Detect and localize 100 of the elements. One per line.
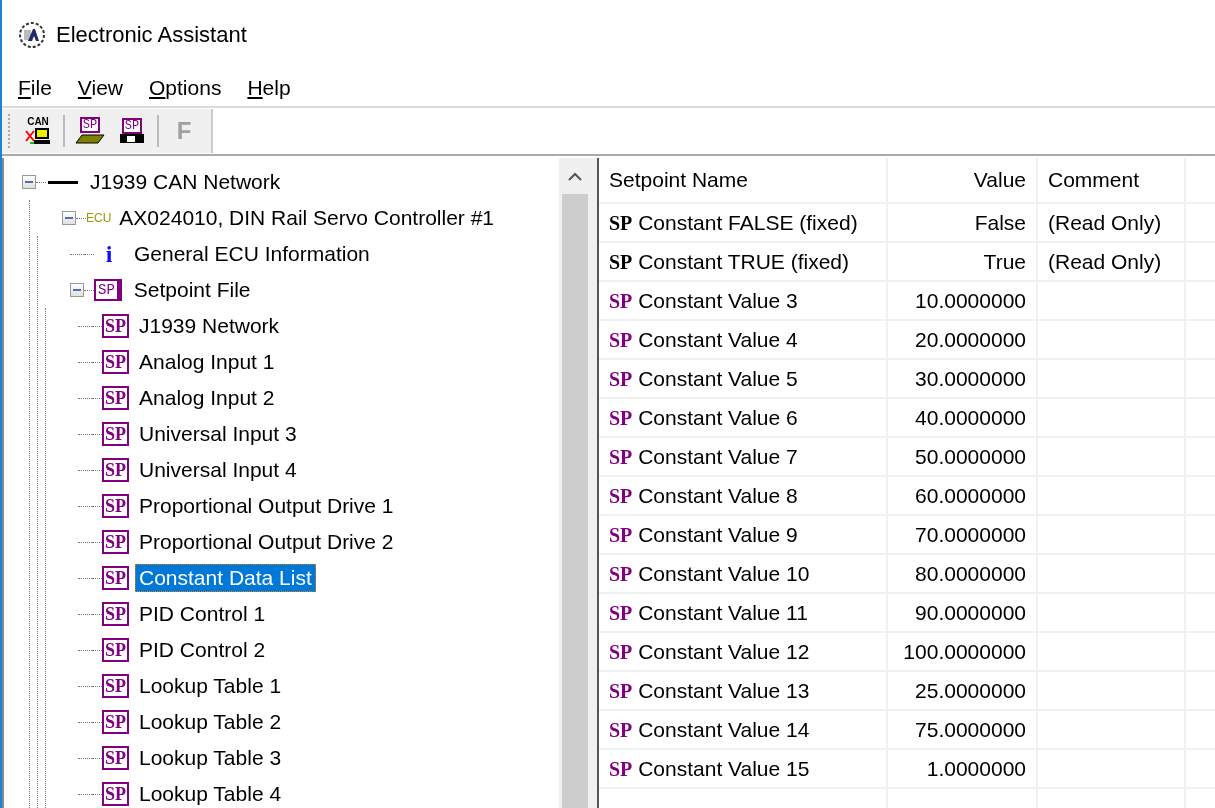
setpoint-icon: SP [102,350,129,374]
value-cell: 60.0000000 [887,476,1037,515]
setpoint-name: Constant Value 10 [638,561,810,585]
menu-item[interactable]: Options [149,76,222,100]
setpoint-name: Constant Value 11 [638,600,808,624]
minus-icon [65,214,73,222]
setpoint-name: Constant Value 14 [638,717,810,741]
setpoint-name: Constant Value 12 [638,639,810,663]
setpoint-icon: SP [102,746,129,770]
tree-item[interactable]: Proportional Output Drive 1 [135,492,398,520]
value-cell: 90.0000000 [887,593,1037,632]
ecu-icon: ECU [86,211,112,225]
value-cell: 30.0000000 [887,359,1037,398]
collapse-toggle[interactable] [70,283,84,297]
setpoint-icon: SP [609,679,633,702]
computer-icon [24,127,52,145]
minus-icon [73,286,81,294]
menu-item[interactable]: File [18,76,52,100]
tree-item[interactable]: Constant Data List [135,564,316,592]
value-cell: 40.0000000 [887,398,1037,437]
setpoint-icon: SP [102,494,129,518]
tree-item[interactable]: Analog Input 1 [135,348,279,376]
comment-cell: (Read Only) [1037,242,1185,281]
column-header[interactable]: Comment [1037,158,1185,203]
value-cell: 75.0000000 [887,710,1037,749]
setpoint-icon: SP [609,484,633,507]
setpoint-icon: SP [102,602,129,626]
setpoint-icon: SP [102,530,129,554]
tree-item[interactable]: PID Control 1 [135,600,270,628]
setpoint-icon: SP [102,674,129,698]
setpoint-file-icon: SP [94,279,122,301]
setpoint-icon: SP [102,314,129,338]
value-cell: 10.0000000 [887,281,1037,320]
value-cell: 50.0000000 [887,437,1037,476]
open-file-button[interactable]: SP [73,113,107,149]
chevron-up-icon[interactable] [568,171,582,181]
setpoint-icon: SP [609,562,633,585]
tree-item[interactable]: Proportional Output Drive 2 [135,528,398,556]
setpoint-icon: SP [609,289,633,312]
setpoint-name: Constant Value 15 [638,756,810,780]
setpoint-icon: SP [609,718,633,741]
setpoint-icon: SP [609,523,633,546]
app-icon [18,21,46,49]
tree-item[interactable]: Universal Input 4 [135,456,301,484]
tree-item[interactable]: AX024010, DIN Rail Servo Controller #1 [115,204,499,232]
setpoint-icon: SP [609,367,633,390]
value-cell: 100.0000000 [887,632,1037,671]
setpoint-icon: SP [102,566,129,590]
value-cell: 80.0000000 [887,554,1037,593]
tree-item[interactable]: J1939 Network [135,312,284,340]
value-cell: 20.0000000 [887,320,1037,359]
menu-item[interactable]: View [77,76,123,100]
setpoint-icon: SP [102,458,129,482]
tree-item[interactable]: Lookup Table 3 [135,744,286,772]
tree-item[interactable]: PID Control 2 [135,636,270,664]
value-cell: False [887,203,1037,242]
setpoint-name: Constant TRUE (fixed) [638,249,850,273]
setpoint-icon: SP [609,601,633,624]
tree-item[interactable]: General ECU Information [130,240,374,268]
tree-item[interactable]: Analog Input 2 [135,384,279,412]
tree-item[interactable]: Universal Input 3 [135,420,301,448]
setpoint-name: Constant Value 8 [638,483,798,507]
network-line-icon [48,180,78,184]
tree-item[interactable]: Lookup Table 2 [135,708,286,736]
setpoint-name: Constant FALSE (fixed) [638,210,858,234]
setpoint-icon: SP [609,211,633,234]
value-cell: True [887,242,1037,281]
tree-item[interactable]: Setpoint File [129,276,255,304]
setpoint-name: Constant Value 3 [638,288,798,312]
setpoint-icon: SP [609,445,633,468]
setpoint-icon: SP [609,406,633,429]
value-cell: 25.0000000 [887,671,1037,710]
tree-item[interactable]: Lookup Table 4 [135,780,286,808]
setpoint-icon: SP [102,710,129,734]
value-cell: 70.0000000 [887,515,1037,554]
setpoint-icon: SP [102,782,129,806]
value-cell: 1.0000000 [887,749,1037,788]
setpoint-icon: SP [609,640,633,663]
setpoint-icon: SP [609,250,633,273]
setpoint-name: Constant Value 4 [638,327,798,351]
tree-item[interactable]: Lookup Table 1 [135,672,286,700]
collapse-toggle[interactable] [22,175,36,189]
setpoint-icon: SP [609,328,633,351]
setpoint-icon: SP [609,757,633,780]
save-file-button[interactable]: SP [115,113,149,149]
network-button[interactable]: CAN [21,113,55,149]
minus-icon [25,178,33,186]
menu-item[interactable]: Help [247,76,291,100]
collapse-toggle[interactable] [62,211,76,225]
setpoint-icon: SP [102,386,129,410]
info-icon: i [94,240,124,268]
comment-cell: (Read Only) [1037,203,1185,242]
setpoint-icon: SP [102,638,129,662]
folder-icon [75,133,105,145]
column-header[interactable]: Setpoint Name [599,158,887,203]
setpoint-name: Constant Value 13 [638,678,810,702]
setpoint-name: Constant Value 6 [638,405,798,429]
column-header[interactable]: Value [887,158,1037,203]
tree-item[interactable]: J1939 CAN Network [86,168,285,196]
scrollbar[interactable] [559,158,591,808]
